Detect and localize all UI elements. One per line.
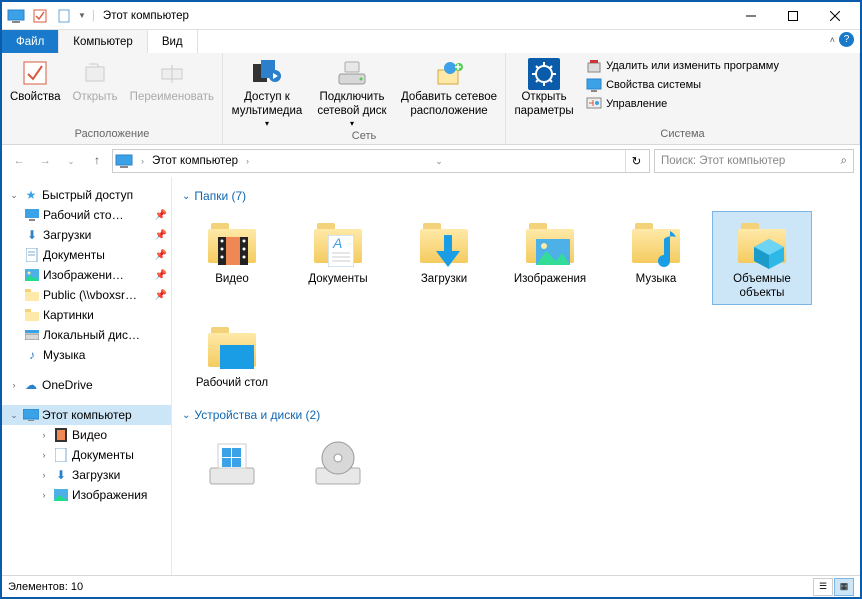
sidebar-item-downloads2[interactable]: ›⬇Загрузки bbox=[2, 465, 171, 485]
ribbon-properties[interactable]: Свойства bbox=[6, 55, 65, 107]
drive-local[interactable] bbox=[182, 430, 282, 494]
thispc-address-icon bbox=[115, 154, 133, 168]
sidebar-item-picsfolder[interactable]: Картинки bbox=[2, 305, 171, 325]
help-icon[interactable]: ? bbox=[839, 32, 854, 47]
ribbon-mapdrive[interactable]: Подключить сетевой диск▾ bbox=[311, 55, 393, 130]
thispc-icon bbox=[23, 407, 39, 423]
image-icon bbox=[53, 487, 69, 503]
sidebar-quickaccess[interactable]: ⌄★Быстрый доступ bbox=[2, 185, 171, 205]
video-icon bbox=[53, 427, 69, 443]
address-bar[interactable]: › Этот компьютер › ⌄ ↻ bbox=[112, 149, 650, 173]
qat-new-icon[interactable] bbox=[54, 6, 74, 26]
sidebar-onedrive[interactable]: ›☁OneDrive bbox=[2, 375, 171, 395]
breadcrumb-segment[interactable]: Этот компьютер bbox=[152, 155, 238, 167]
refresh-button[interactable]: ↻ bbox=[625, 150, 647, 172]
sidebar-item-desktop[interactable]: Рабочий сто…📌 bbox=[2, 205, 171, 225]
drive-icon bbox=[24, 327, 40, 343]
svg-text:A: A bbox=[332, 235, 342, 251]
address-dropdown-icon[interactable]: ⌄ bbox=[431, 156, 447, 167]
sidebar-item-music[interactable]: ♪Музыка bbox=[2, 345, 171, 365]
content-area: ⌄Папки (7) Видео AДокументы Загрузки Изо… bbox=[172, 177, 860, 575]
ribbon-group-system: Система bbox=[510, 128, 855, 142]
folder-icon bbox=[24, 307, 40, 323]
onedrive-icon: ☁ bbox=[23, 377, 39, 393]
back-button[interactable]: ← bbox=[8, 150, 30, 172]
qat-properties-icon[interactable] bbox=[30, 6, 50, 26]
ribbon-toggle-icon[interactable]: ˄ bbox=[830, 35, 835, 45]
sidebar-item-pictures[interactable]: Изображени…📌 bbox=[2, 265, 171, 285]
network-folder-icon bbox=[24, 287, 40, 303]
folder-desktop[interactable]: Рабочий стол bbox=[182, 315, 282, 395]
ribbon-addlocation[interactable]: Добавить сетевое расположение bbox=[397, 55, 501, 121]
download-icon: ⬇ bbox=[53, 467, 69, 483]
sidebar-item-localdisk[interactable]: Локальный дис… bbox=[2, 325, 171, 345]
recent-button[interactable]: ⌄ bbox=[60, 150, 82, 172]
view-icons-button[interactable]: ▦ bbox=[834, 578, 854, 596]
folder-documents[interactable]: AДокументы bbox=[288, 211, 388, 305]
sidebar-item-pictures2[interactable]: ›Изображения bbox=[2, 485, 171, 505]
maximize-button[interactable] bbox=[772, 4, 814, 28]
close-button[interactable] bbox=[814, 4, 856, 28]
search-input[interactable]: Поиск: Этот компьютер ⌕ bbox=[654, 149, 854, 173]
pin-icon: 📌 bbox=[155, 270, 167, 281]
qat-dropdown-icon[interactable]: ▼ bbox=[78, 11, 86, 20]
sidebar-item-downloads[interactable]: ⬇Загрузки📌 bbox=[2, 225, 171, 245]
ribbon-params[interactable]: Открыть параметры bbox=[510, 55, 578, 121]
folder-pictures[interactable]: Изображения bbox=[500, 211, 600, 305]
pin-icon: 📌 bbox=[155, 230, 167, 241]
folder-music[interactable]: Музыка bbox=[606, 211, 706, 305]
folder-downloads[interactable]: Загрузки bbox=[394, 211, 494, 305]
document-icon bbox=[53, 447, 69, 463]
image-icon bbox=[24, 267, 40, 283]
sidebar-item-documents[interactable]: Документы📌 bbox=[2, 245, 171, 265]
up-button[interactable]: ↑ bbox=[86, 150, 108, 172]
group-drives[interactable]: ⌄Устройства и диски (2) bbox=[182, 408, 850, 422]
ribbon-open: Открыть bbox=[69, 55, 122, 107]
ribbon-group-location: Расположение bbox=[6, 128, 218, 142]
folder-videos[interactable]: Видео bbox=[182, 211, 282, 305]
navigation-pane: ⌄★Быстрый доступ Рабочий сто…📌 ⬇Загрузки… bbox=[2, 177, 172, 575]
breadcrumb-chevron-icon[interactable]: › bbox=[242, 156, 253, 166]
sidebar-thispc[interactable]: ⌄Этот компьютер bbox=[2, 405, 171, 425]
tab-computer[interactable]: Компьютер bbox=[59, 30, 148, 53]
ribbon-rename: Переименовать bbox=[126, 55, 218, 107]
folder-3dobjects[interactable]: Объемные объекты bbox=[712, 211, 812, 305]
thispc-qat-icon bbox=[6, 6, 26, 26]
star-icon: ★ bbox=[23, 187, 39, 203]
forward-button[interactable]: → bbox=[34, 150, 56, 172]
music-icon: ♪ bbox=[24, 347, 40, 363]
document-icon bbox=[24, 247, 40, 263]
download-icon: ⬇ bbox=[24, 227, 40, 243]
ribbon-group-network: Сеть bbox=[227, 130, 501, 144]
sidebar-item-public[interactable]: Public (\\vboxsr…📌 bbox=[2, 285, 171, 305]
sidebar-item-videos[interactable]: ›Видео bbox=[2, 425, 171, 445]
minimize-button[interactable] bbox=[730, 4, 772, 28]
desktop-icon bbox=[24, 207, 40, 223]
breadcrumb-chevron-icon[interactable]: › bbox=[137, 156, 148, 166]
sidebar-item-documents2[interactable]: ›Документы bbox=[2, 445, 171, 465]
ribbon-sysprops[interactable]: Свойства системы bbox=[586, 76, 779, 94]
ribbon-manage[interactable]: Управление bbox=[586, 95, 779, 113]
view-details-button[interactable]: ☰ bbox=[813, 578, 833, 596]
ribbon-media[interactable]: Доступ к мультимедиа▾ bbox=[227, 55, 307, 130]
group-folders[interactable]: ⌄Папки (7) bbox=[182, 189, 850, 203]
drive-optical[interactable] bbox=[288, 430, 388, 494]
pin-icon: 📌 bbox=[155, 250, 167, 261]
window-title: Этот компьютер bbox=[103, 10, 730, 22]
search-icon[interactable]: ⌕ bbox=[841, 155, 847, 168]
tab-view[interactable]: Вид bbox=[148, 30, 198, 53]
tab-file[interactable]: Файл bbox=[2, 30, 59, 53]
pin-icon: 📌 bbox=[155, 290, 167, 301]
pin-icon: 📌 bbox=[155, 210, 167, 221]
ribbon-uninstall[interactable]: Удалить или изменить программу bbox=[586, 57, 779, 75]
status-text: Элементов: 10 bbox=[8, 581, 83, 593]
